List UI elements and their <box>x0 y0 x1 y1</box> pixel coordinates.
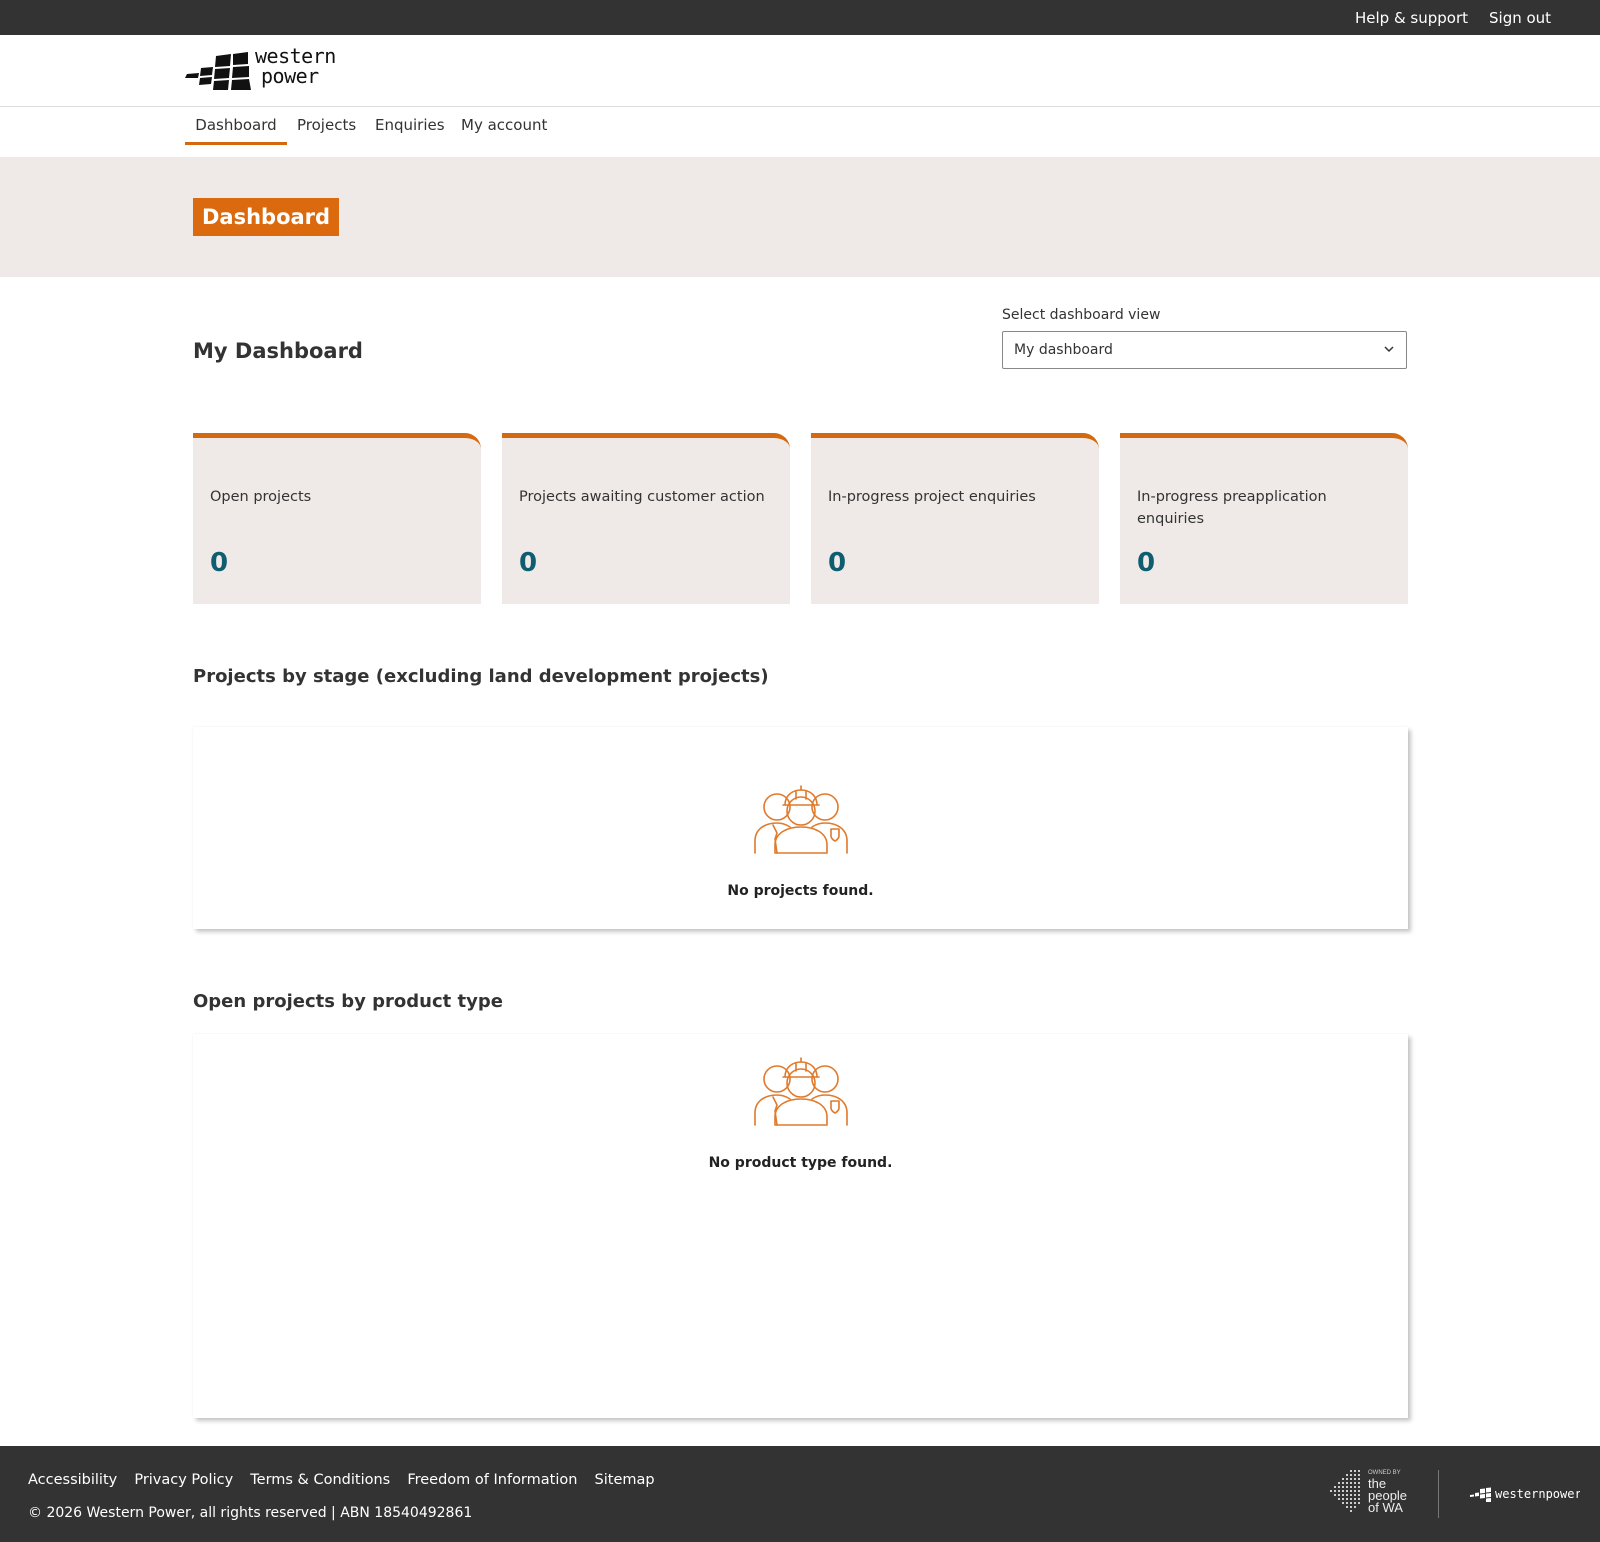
dashboard-view-selected-value: My dashboard <box>1014 342 1113 358</box>
stat-card-label: In-progress preapplication enquiries <box>1137 489 1327 527</box>
logo-word-western: western <box>255 44 336 68</box>
projects-by-product-type-panel: No product type found. <box>193 1034 1408 1418</box>
empty-state: No projects found. <box>193 785 1408 899</box>
top-utility-bar: Help & support Sign out <box>0 0 1600 35</box>
nav-item-enquiries[interactable]: Enquiries <box>375 107 445 145</box>
stat-card-value: 0 <box>519 548 538 578</box>
people-group-icon <box>753 1057 848 1126</box>
projects-by-stage-panel: No projects found. <box>193 727 1408 929</box>
nav-item-dashboard[interactable]: Dashboard <box>185 107 287 145</box>
nav-item-projects[interactable]: Projects <box>297 107 356 145</box>
stat-card-open-projects: Open projects 0 <box>193 433 481 604</box>
stat-card-value: 0 <box>828 548 847 578</box>
my-dashboard-heading: My Dashboard <box>193 339 363 363</box>
western-power-logo-icon <box>185 52 251 90</box>
sign-out-link[interactable]: Sign out <box>1489 9 1551 27</box>
select-dashboard-label: Select dashboard view <box>1002 307 1161 323</box>
stat-card-awaiting-action: Projects awaiting customer action 0 <box>502 433 790 604</box>
western-power-logo[interactable]: western power <box>185 46 336 96</box>
westernpower-footer-wordmark: westernpower <box>1495 1487 1580 1501</box>
logo-word-power: power <box>261 64 319 88</box>
copyright-text: © 2026 Western Power, all rights reserve… <box>28 1505 473 1521</box>
stat-card-label: In-progress project enquiries <box>828 489 1036 505</box>
stat-card-value: 0 <box>1137 548 1156 578</box>
main-nav: Dashboard Projects Enquiries My account <box>0 107 1600 157</box>
footer-divider <box>1438 1470 1439 1518</box>
owned-by-people-of-wa-logo: OWNED BY the people of WA <box>1330 1470 1407 1515</box>
westernpower-footer-logo: westernpower <box>1470 1487 1580 1502</box>
footer-link-accessibility[interactable]: Accessibility <box>28 1472 117 1488</box>
stat-card-preapplication-enquiries: In-progress preapplication enquiries 0 <box>1120 433 1408 604</box>
nav-item-my-account[interactable]: My account <box>461 107 547 145</box>
stat-card-label: Projects awaiting customer action <box>519 489 765 505</box>
logo-wordmark: western power <box>255 46 336 86</box>
people-group-icon <box>753 785 848 854</box>
empty-state: No product type found. <box>193 1057 1408 1171</box>
empty-state-message: No projects found. <box>727 883 874 899</box>
stat-card-label: Open projects <box>210 489 312 505</box>
page-title: Dashboard <box>193 198 340 236</box>
footer-links: Accessibility Privacy Policy Terms & Con… <box>28 1469 667 1488</box>
footer-link-privacy-policy[interactable]: Privacy Policy <box>134 1472 233 1488</box>
site-header: western power <box>0 35 1600 107</box>
empty-state-message: No product type found. <box>708 1155 893 1171</box>
section-title-projects-by-product-type: Open projects by product type <box>193 991 503 1012</box>
stat-card-project-enquiries: In-progress project enquiries 0 <box>811 433 1099 604</box>
footer-link-freedom-of-information[interactable]: Freedom of Information <box>407 1472 577 1488</box>
section-title-projects-by-stage: Projects by stage (excluding land develo… <box>193 666 769 687</box>
owned-by-line-of-wa: of WA <box>1368 1500 1403 1515</box>
footer-link-terms[interactable]: Terms & Conditions <box>250 1472 390 1488</box>
dashboard-view-select[interactable]: My dashboard <box>1002 331 1407 369</box>
help-support-link[interactable]: Help & support <box>1355 9 1468 27</box>
page-banner: Dashboard <box>0 157 1600 277</box>
site-footer: Accessibility Privacy Policy Terms & Con… <box>0 1446 1600 1542</box>
stat-card-value: 0 <box>210 548 229 578</box>
chevron-down-icon <box>1384 346 1394 353</box>
footer-link-sitemap[interactable]: Sitemap <box>595 1472 655 1488</box>
